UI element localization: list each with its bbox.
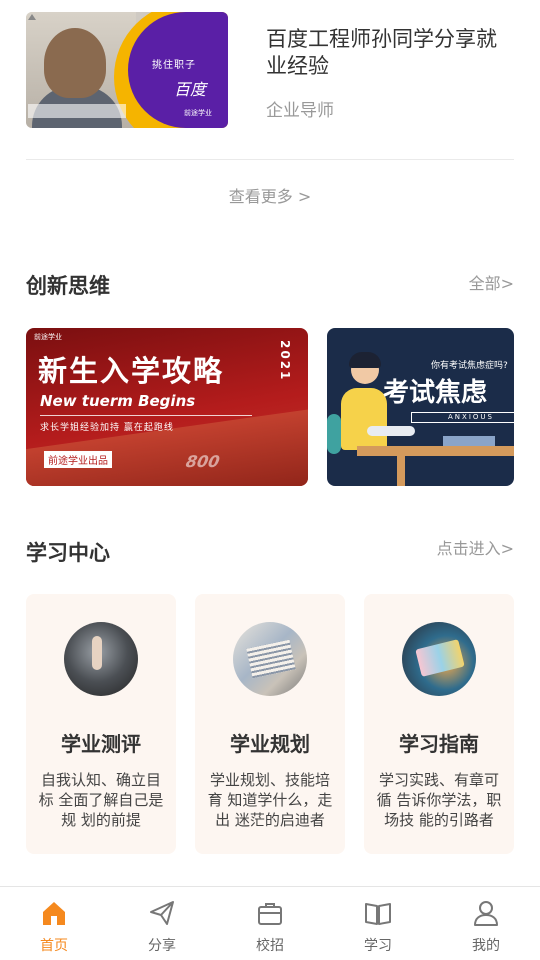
- tab-mine[interactable]: 我的: [432, 887, 540, 960]
- laptop-illustration: [443, 436, 495, 446]
- book-icon: [365, 903, 391, 925]
- tab-home[interactable]: 首页: [0, 887, 108, 960]
- thumbnail-logo: 前途学业: [184, 109, 212, 117]
- card-title: 学业测评: [61, 732, 141, 756]
- briefcase-icon: [258, 903, 282, 925]
- thumbnail-caption-bar: [28, 104, 126, 118]
- play-icon: [28, 14, 36, 20]
- bottom-tab-bar: 首页 分享 校招 学习 我的: [0, 886, 540, 960]
- enter-link[interactable]: 点击进入>: [437, 535, 514, 559]
- tab-campus-recruit[interactable]: 校招: [216, 887, 324, 960]
- person-hair: [349, 352, 381, 368]
- video-title[interactable]: 百度工程师孙同学分享就业经验: [266, 26, 506, 80]
- tab-label: 首页: [40, 938, 68, 954]
- card-study-guide[interactable]: 学习指南 学习实践、有章可循 告诉你学法，职场技 能的引路者: [364, 594, 514, 854]
- card-academic-planning[interactable]: 学业规划 学业规划、技能培育 知道学什么，走出 迷茫的启迪者: [195, 594, 345, 854]
- person-body: [341, 388, 387, 450]
- banner-english-label: ANXIOUS: [411, 412, 514, 423]
- banner-title: 新生入学攻略: [38, 354, 225, 388]
- section-title-innovation: 创新思维: [26, 274, 110, 298]
- paper-plane-icon: [150, 901, 174, 925]
- user-icon: [474, 901, 498, 926]
- person-arm: [367, 426, 415, 436]
- tab-study[interactable]: 学习: [324, 887, 432, 960]
- card-academic-assessment[interactable]: 学业测评 自我认知、确立目标 全面了解自己是规 划的前提: [26, 594, 176, 854]
- thumbnail-text-1: 挑住职子: [152, 60, 196, 71]
- books-photo: [233, 622, 307, 696]
- banner-logo: 前途学业: [34, 333, 62, 341]
- touch-screen-photo: [64, 622, 138, 696]
- featured-video-card[interactable]: 挑住职子 百度 前途学业 百度工程师孙同学分享就业经验 企业导师: [26, 12, 514, 132]
- card-description: 学业规划、技能培育 知道学什么，走出 迷茫的启迪者: [207, 771, 333, 829]
- banner-title: 考试焦虑: [383, 378, 488, 408]
- banner-english-title: New tuerm Begins: [40, 392, 196, 410]
- divider: [26, 159, 514, 160]
- tab-label: 分享: [148, 938, 176, 954]
- banner-rule: [40, 415, 252, 416]
- section-title-learning-center: 学习中心: [26, 541, 110, 565]
- desk-illustration: [357, 446, 514, 456]
- tablet-photo: [402, 622, 476, 696]
- tab-label: 学习: [364, 938, 392, 954]
- card-description: 自我认知、确立目标 全面了解自己是规 划的前提: [38, 771, 164, 829]
- tab-share[interactable]: 分享: [108, 887, 216, 960]
- presenter-head: [44, 28, 106, 98]
- video-thumbnail[interactable]: 挑住职子 百度 前途学业: [26, 12, 228, 128]
- banner-exam-anxiety[interactable]: 你有考试焦虑症吗? 考试焦虑 ANXIOUS: [327, 328, 514, 486]
- home-icon: [43, 902, 65, 925]
- banner-slogan: 求长学姐经验加持 赢在起跑线: [40, 423, 174, 433]
- plant-illustration: [327, 414, 341, 454]
- banner-badge: 前途学业出品: [44, 451, 112, 468]
- banner-freshman-guide[interactable]: 前途学业 新生入学攻略 2021 New tuerm Begins 求长学姐经验…: [26, 328, 308, 486]
- card-title: 学业规划: [230, 732, 310, 756]
- see-more-link[interactable]: 查看更多 >: [0, 183, 540, 207]
- view-all-link[interactable]: 全部>: [469, 270, 514, 294]
- banner-question: 你有考试焦虑症吗?: [431, 361, 508, 371]
- track-number: 800: [182, 452, 223, 471]
- thumbnail-text-2: 百度: [174, 80, 207, 99]
- card-description: 学习实践、有章可循 告诉你学法，职场技 能的引路者: [376, 771, 502, 829]
- desk-leg: [397, 454, 405, 486]
- card-title: 学习指南: [399, 732, 479, 756]
- banner-year: 2021: [278, 340, 292, 382]
- video-subtitle: 企业导师: [266, 101, 334, 121]
- tab-label: 我的: [472, 938, 500, 954]
- tab-label: 校招: [256, 938, 284, 954]
